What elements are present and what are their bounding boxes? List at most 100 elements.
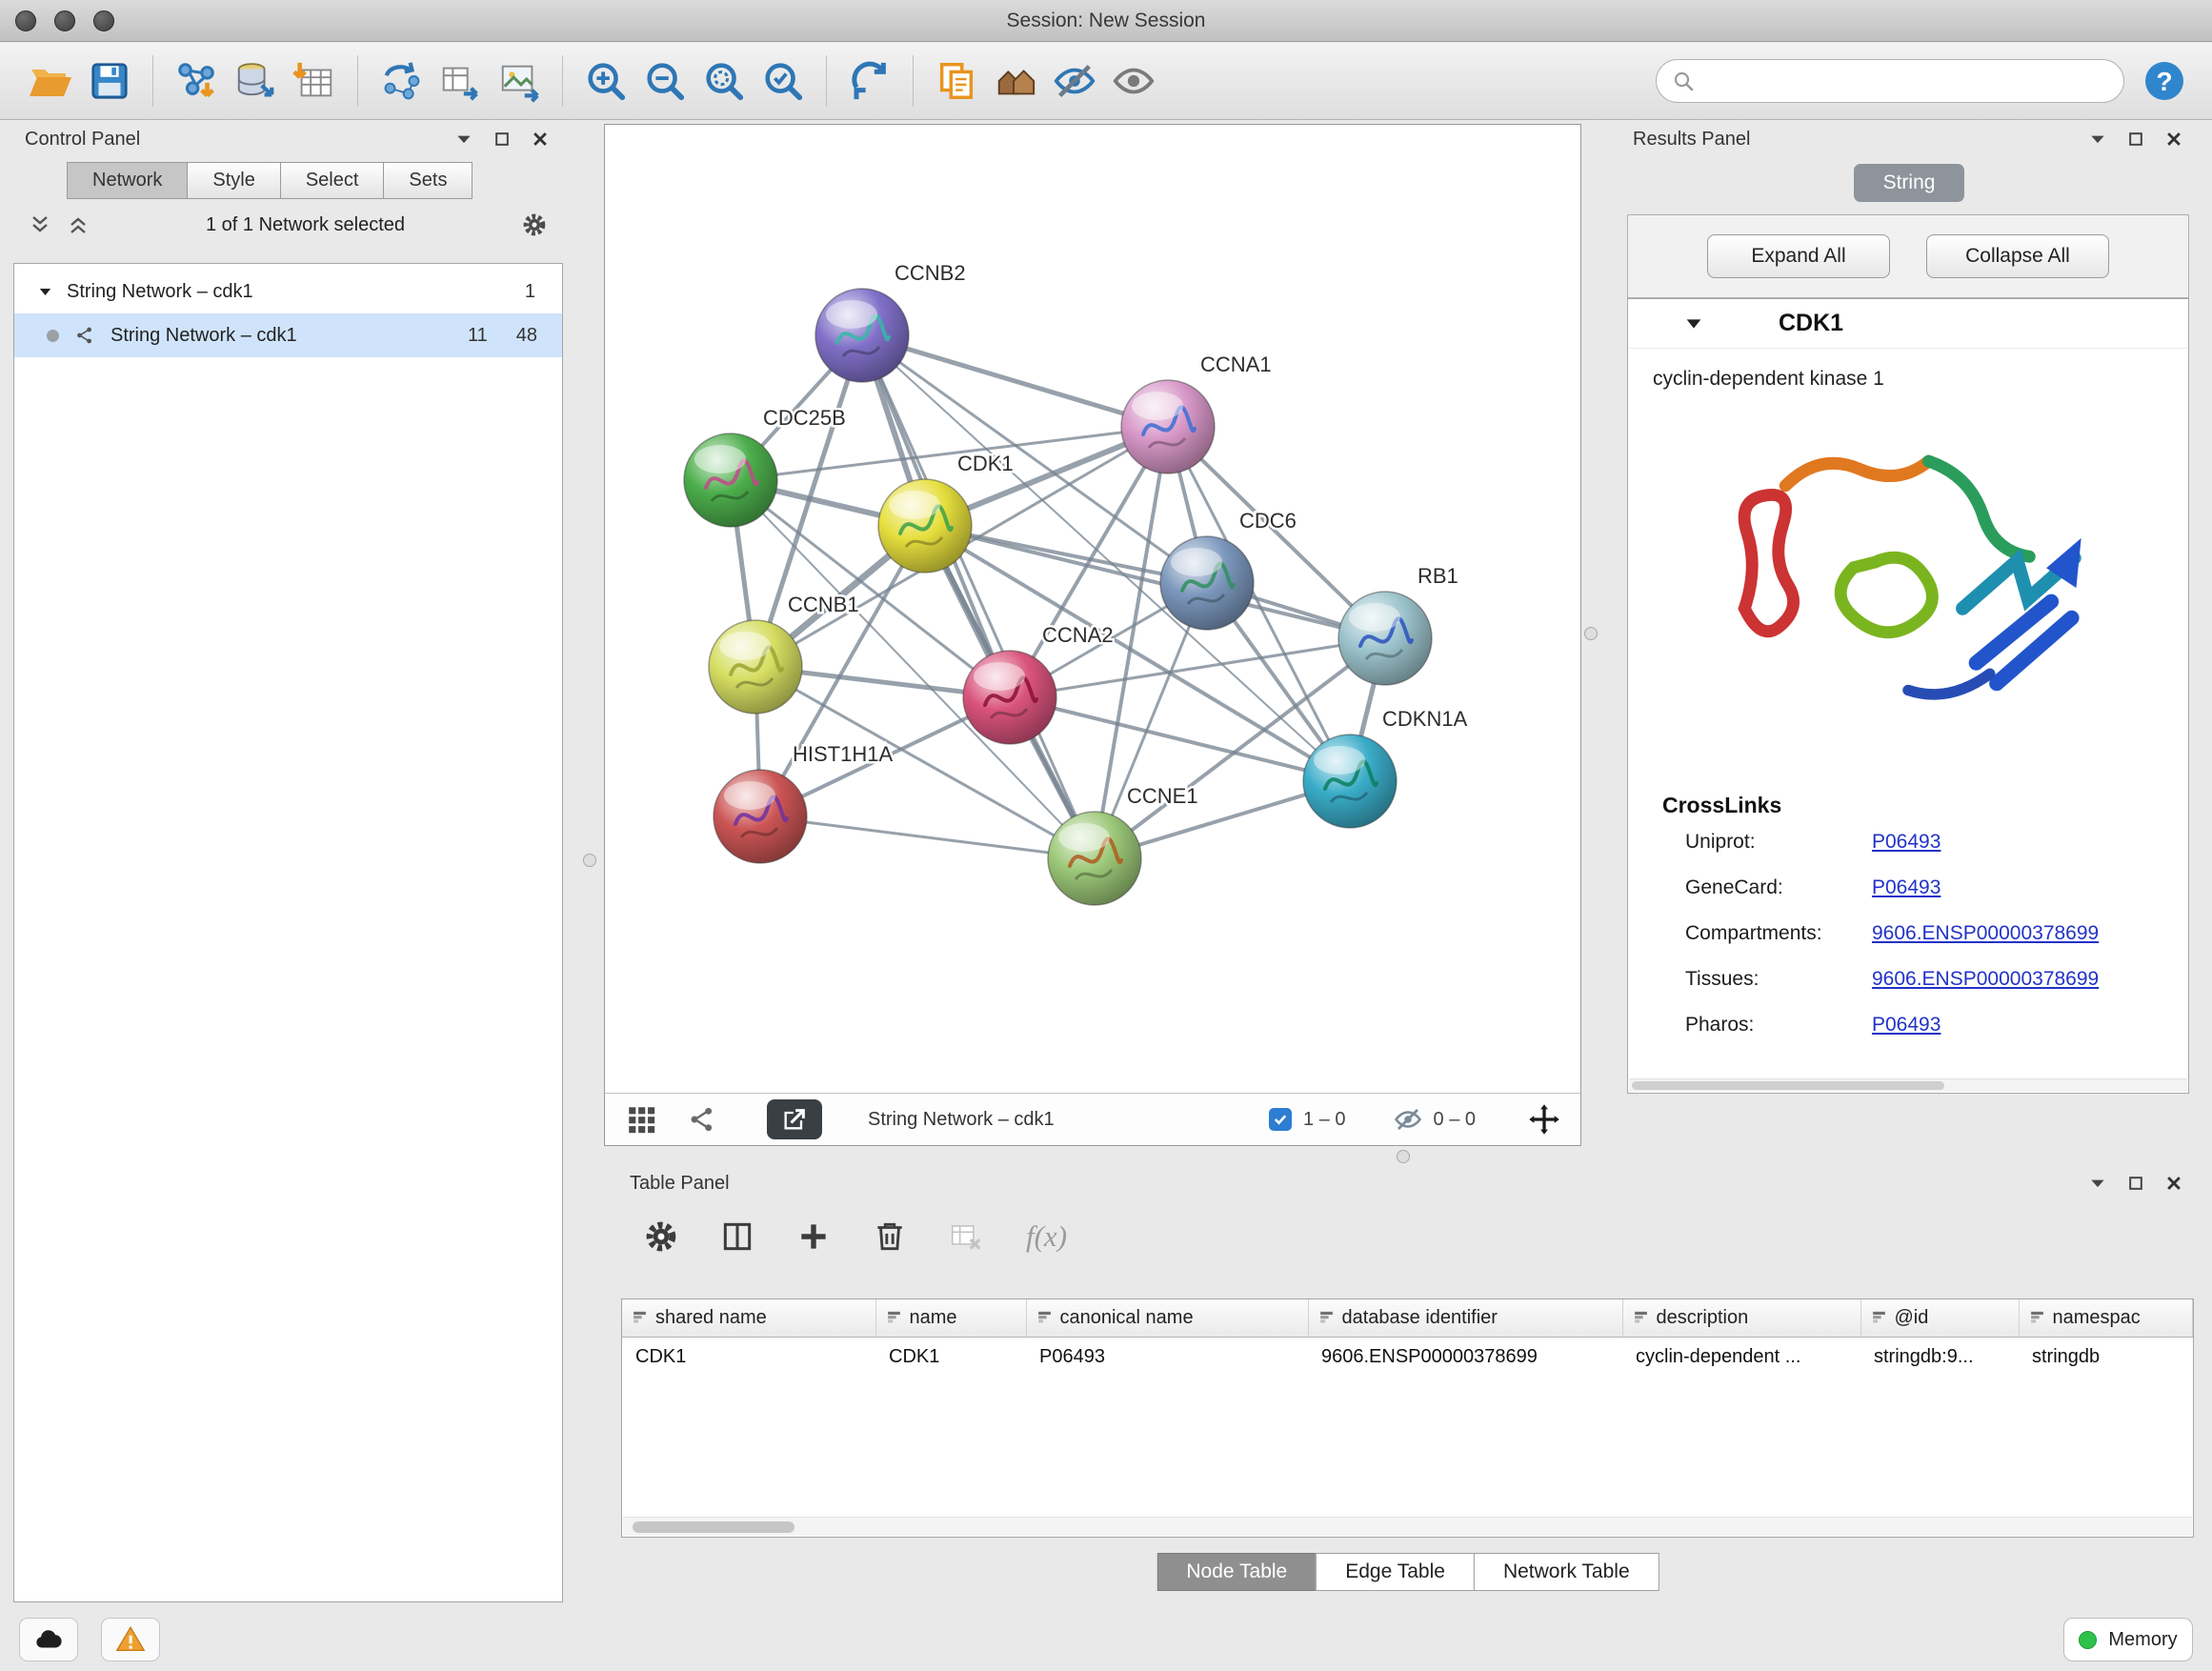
show-columns-button[interactable] [715,1215,759,1258]
maximize-panel-button[interactable] [2124,128,2147,151]
column-header-shared-name[interactable]: shared name [622,1299,875,1338]
network-collection-row[interactable]: String Network – cdk1 1 [14,270,562,313]
network-edge-HIST1H1A-CCNE1[interactable] [760,816,1095,858]
tab-network-table[interactable]: Network Table [1474,1553,1659,1591]
pan-mode-button[interactable] [1523,1098,1565,1140]
network-edge-CDK1-RB1[interactable] [925,526,1385,638]
zoom-selected-button[interactable] [754,51,813,111]
results-scrollbar-thumb[interactable] [1632,1081,1944,1090]
network-node-CCNB1[interactable] [709,620,802,714]
delete-column-button[interactable] [868,1215,912,1258]
expand-all-button[interactable]: Expand All [1707,234,1890,278]
toolbar-search[interactable] [1656,59,2124,103]
maximize-panel-button[interactable] [491,128,513,151]
crosslink-tissues-link[interactable]: 9606.ENSP00000378699 [1872,968,2099,991]
export-table-button[interactable] [431,51,490,111]
help-button[interactable]: ? [2142,58,2187,104]
network-options-button[interactable] [521,211,548,238]
collapse-all-button[interactable]: Collapse All [1926,234,2109,278]
zoom-fit-button[interactable] [694,51,754,111]
protein-section-header[interactable]: CDK1 [1628,299,2188,349]
tree-expand-triangle-icon[interactable] [37,284,53,300]
warnings-button[interactable] [101,1618,160,1661]
network-node-CCNB2[interactable] [815,289,909,382]
zoom-out-button[interactable] [635,51,694,111]
column-header-canonical-name[interactable]: canonical name [1026,1299,1308,1338]
tab-style[interactable]: Style [187,162,280,199]
birdseye-view-button[interactable] [620,1098,662,1140]
zoom-window-button[interactable] [93,10,114,31]
network-edge-CCNB2-CCNA1[interactable] [862,335,1168,427]
column-header-description[interactable]: description [1622,1299,1860,1338]
network-node-CCNE1[interactable] [1048,812,1141,905]
function-builder-button[interactable]: f(x) [1026,1219,1067,1254]
tab-network[interactable]: Network [67,162,188,199]
network-overview-button[interactable] [681,1098,723,1140]
network-node-CCNA1[interactable] [1121,380,1215,473]
network-edge-CCNB2-CCNE1[interactable] [862,335,1095,858]
network-node-CDKN1A[interactable] [1303,735,1397,828]
string-results-tab[interactable]: String [1854,164,1964,202]
show-all-button[interactable] [1104,51,1163,111]
search-input[interactable] [1704,70,2108,92]
column-header-namespac[interactable]: namespac [2019,1299,2193,1338]
float-panel-button[interactable] [2086,1172,2109,1195]
results-scrollbar[interactable] [1629,1078,2187,1092]
network-node-CCNA2[interactable] [963,651,1056,744]
network-node-CDC6[interactable] [1160,536,1254,630]
crosslink-uniprot-link[interactable]: P06493 [1872,831,1941,854]
tab-select[interactable]: Select [280,162,385,199]
copy-document-button[interactable] [927,51,986,111]
network-node-CDC25B[interactable] [684,433,777,527]
table-scrollbar[interactable] [623,1517,2192,1536]
tab-edge-table[interactable]: Edge Table [1316,1553,1475,1591]
table-options-button[interactable] [639,1215,683,1258]
close-panel-button[interactable] [2162,128,2185,151]
export-image-button[interactable] [490,51,549,111]
network-node-HIST1H1A[interactable] [714,770,807,863]
table-panel: Table Panel f(x) shared namenameca [616,1164,2199,1602]
network-node-RB1[interactable] [1338,592,1432,685]
float-panel-button[interactable] [452,128,475,151]
home-browser-button[interactable] [986,51,1045,111]
open-file-button[interactable] [21,51,80,111]
collapse-all-tree-button[interactable] [29,213,51,236]
right-splitter-handle[interactable] [1584,627,1598,640]
close-panel-button[interactable] [2162,1172,2185,1195]
table-scrollbar-thumb[interactable] [633,1521,794,1533]
expand-all-tree-button[interactable] [67,213,90,236]
zoom-in-button[interactable] [576,51,635,111]
export-network-button[interactable] [372,51,431,111]
network-node-CDK1[interactable] [878,479,972,573]
column-header-database-identifier[interactable]: database identifier [1308,1299,1622,1338]
bottom-splitter-handle[interactable] [1397,1150,1410,1163]
import-network-file-button[interactable] [167,51,226,111]
network-canvas[interactable]: CCNB2CCNA1CDC25BCDK1CDC6RB1CCNB1CCNA2CDK… [605,125,1580,1093]
tab-sets[interactable]: Sets [383,162,473,199]
collapse-triangle-icon[interactable] [1683,313,1704,334]
column-header--id[interactable]: @id [1860,1299,2019,1338]
network-row-selected[interactable]: String Network – cdk1 11 48 [14,313,562,357]
memory-button[interactable]: Memory [2063,1618,2193,1661]
close-panel-button[interactable] [529,128,552,151]
refresh-button[interactable] [840,51,899,111]
close-window-button[interactable] [15,10,36,31]
crosslink-genecard-link[interactable]: P06493 [1872,876,1941,899]
left-splitter-handle[interactable] [583,854,596,867]
maximize-panel-button[interactable] [2124,1172,2147,1195]
import-table-button[interactable] [285,51,344,111]
crosslink-compartments-link[interactable]: 9606.ENSP00000378699 [1872,922,2099,945]
crosslink-pharos-link[interactable]: P06493 [1872,1014,1941,1037]
cloud-status-button[interactable] [19,1618,78,1661]
import-network-database-button[interactable] [226,51,285,111]
minimize-window-button[interactable] [54,10,75,31]
hide-selected-button[interactable] [1045,51,1104,111]
open-in-new-window-button[interactable] [767,1099,822,1139]
float-panel-button[interactable] [2086,128,2109,151]
column-header-name[interactable]: name [875,1299,1026,1338]
table-row[interactable]: CDK1CDK1P064939606.ENSP00000378699cyclin… [622,1338,2193,1378]
selected-checkbox-icon[interactable] [1269,1108,1292,1131]
tab-node-table[interactable]: Node Table [1156,1553,1317,1591]
save-session-button[interactable] [80,51,139,111]
create-column-button[interactable] [792,1215,835,1258]
